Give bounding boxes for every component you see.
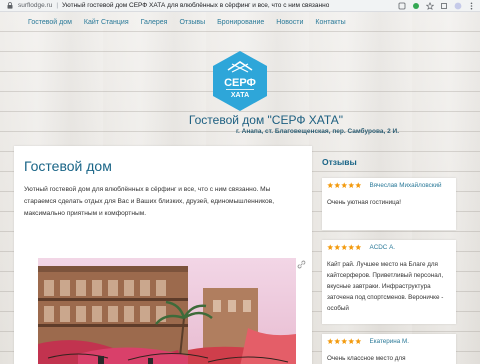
- star-icon: [341, 244, 348, 251]
- star-icon: [334, 244, 341, 251]
- star-icon: [355, 338, 362, 345]
- address-bar-url[interactable]: surflodge.ru: [18, 2, 52, 9]
- share-icon[interactable]: [411, 1, 420, 10]
- page: Гостевой дом Кайт Станция Галерея Отзывы…: [0, 12, 480, 364]
- logo-text-line1: СЕРФ: [224, 77, 256, 89]
- review-card: Вячеслав Михайловский Очень уютная гости…: [322, 178, 456, 230]
- star-icon: [327, 244, 334, 251]
- nav-item-news[interactable]: Новости: [270, 16, 309, 30]
- reviewer-name[interactable]: Вячеслав Михайловский: [370, 182, 442, 189]
- nav-item-booking[interactable]: Бронирование: [211, 16, 270, 30]
- site-address: г. Анапа, ст. Благовещенская, пер. Самбу…: [235, 128, 399, 135]
- rating-stars: [327, 338, 362, 345]
- address-separator: |: [56, 2, 59, 9]
- star-icon: [355, 182, 362, 189]
- review-text: Кайт рай. Лучшее место на Благе для кайт…: [327, 261, 444, 312]
- profile-icon[interactable]: [453, 1, 462, 10]
- logo-text-line2: ХАТА: [231, 92, 249, 99]
- intro-paragraph: Уютный гостевой дом для влюблённых в сёр…: [24, 186, 275, 218]
- reviewer-name[interactable]: ACDC А.: [370, 244, 396, 251]
- browser-actions: [397, 1, 476, 10]
- main-nav: Гостевой дом Кайт Станция Галерея Отзывы…: [23, 16, 352, 30]
- nav-item-gallery[interactable]: Галерея: [135, 16, 174, 30]
- star-icon: [348, 244, 355, 251]
- rating-stars: [327, 244, 362, 251]
- star-icon: [355, 244, 362, 251]
- extension-icon[interactable]: [397, 1, 406, 10]
- star-icon: [348, 182, 355, 189]
- nav-item-guesthouse[interactable]: Гостевой дом: [23, 16, 78, 30]
- review-text: Очень уютная гостиница!: [327, 199, 402, 206]
- star-icon: [341, 182, 348, 189]
- main-content: Гостевой дом Уютный гостевой дом для влю…: [14, 146, 312, 364]
- star-icon: [348, 338, 355, 345]
- reviewer-name[interactable]: Екатерина М.: [370, 338, 410, 345]
- reviews-sidebar: Отзывы Вячеслав Михайловский Очень уютна…: [317, 146, 463, 364]
- rating-stars: [327, 182, 362, 189]
- browser-toolbar: surflodge.ru | Уютный гостевой дом СЕРФ …: [0, 0, 480, 12]
- star-icon: [341, 338, 348, 345]
- nav-item-kite-station[interactable]: Кайт Станция: [78, 16, 135, 30]
- menu-icon[interactable]: [467, 1, 476, 10]
- review-text: Очень классное место для: [327, 355, 406, 362]
- page-title-text: Уютный гостевой дом СЕРФ ХАТА для влюблё…: [62, 2, 330, 9]
- reviews-heading: Отзывы: [322, 157, 357, 167]
- star-icon: [334, 338, 341, 345]
- link-icon[interactable]: [297, 256, 306, 269]
- review-card: Екатерина М. Очень классное место для: [322, 334, 456, 364]
- guesthouse-photo[interactable]: [38, 258, 296, 364]
- site-logo[interactable]: СЕРФ ХАТА: [212, 50, 268, 112]
- star-bookmark-icon[interactable]: [425, 1, 434, 10]
- lock-icon[interactable]: [5, 1, 15, 11]
- nav-item-contacts[interactable]: Контакты: [309, 16, 351, 30]
- nav-item-reviews[interactable]: Отзывы: [173, 16, 211, 30]
- star-icon: [327, 338, 334, 345]
- puzzle-icon[interactable]: [439, 1, 448, 10]
- content-heading: Гостевой дом: [24, 158, 112, 174]
- star-icon: [334, 182, 341, 189]
- review-card: ACDC А. Кайт рай. Лучшее место на Благе …: [322, 240, 456, 324]
- site-title: Гостевой дом "СЕРФ ХАТА": [188, 113, 344, 127]
- star-icon: [327, 182, 334, 189]
